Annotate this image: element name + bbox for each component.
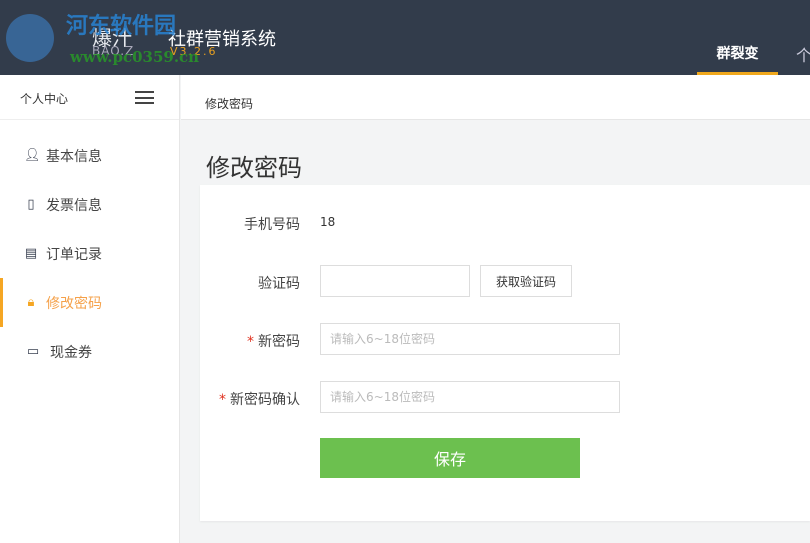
breadcrumb: 修改密码	[181, 75, 810, 120]
sidebar-item-invoice[interactable]: ▯ 发票信息	[0, 180, 179, 229]
user-icon: 👤︎	[24, 148, 41, 163]
sidebar-item-change-password[interactable]: 🔒︎ 修改密码	[0, 278, 179, 327]
lock-icon: 🔒︎	[27, 295, 35, 310]
page-title: 修改密码	[206, 154, 302, 182]
code-label: 验证码	[258, 276, 300, 292]
sidebar-item-label: 发票信息	[46, 197, 102, 214]
get-code-button[interactable]: 获取验证码	[480, 265, 572, 297]
new-password-input[interactable]	[320, 323, 620, 355]
phone-label: 手机号码	[244, 217, 300, 233]
logo-icon	[6, 14, 54, 62]
menu-icon[interactable]	[135, 91, 154, 104]
sidebar: 个人中心 👤︎ 基本信息 ▯ 发票信息 ▤ 订单记录 🔒︎ 修改密码 ▭ 现金券	[0, 75, 180, 543]
sidebar-item-label: 基本信息	[46, 148, 102, 165]
watermark-url: www.pc0359.cn	[70, 48, 200, 66]
watermark: 河东软件园	[66, 14, 177, 39]
sidebar-item-orders[interactable]: ▤ 订单记录	[0, 229, 179, 278]
sidebar-item-label: 修改密码	[46, 295, 102, 312]
nav-tab-group-fission[interactable]: 群裂变	[697, 40, 778, 75]
sidebar-item-cash-coupon[interactable]: ▭ 现金券	[0, 327, 179, 376]
clipboard-icon: ▯	[27, 197, 35, 212]
cash-icon: ▭	[26, 344, 40, 359]
breadcrumb-item: 修改密码	[205, 97, 254, 111]
sidebar-item-basic-info[interactable]: 👤︎ 基本信息	[0, 131, 179, 180]
confirm-password-label: * 新密码确认	[219, 392, 300, 408]
change-password-form: 手机号码 18 验证码 获取验证码 * 新密码 * 新密码确认 保存	[200, 185, 810, 521]
code-input[interactable]	[320, 265, 470, 297]
phone-value: 18	[320, 215, 336, 229]
sidebar-item-label: 订单记录	[46, 246, 102, 263]
sidebar-item-label: 现金券	[50, 344, 92, 361]
confirm-password-input[interactable]	[320, 381, 620, 413]
new-password-label: * 新密码	[247, 334, 300, 350]
list-icon: ▤	[24, 246, 38, 261]
nav-tab-personal[interactable]: 个	[796, 42, 810, 66]
top-header: 爆汁 BAO.Z 社群营销系统 V3.2.6 河东软件园 www.pc0359.…	[0, 0, 810, 75]
save-button[interactable]: 保存	[320, 438, 580, 478]
sidebar-title: 个人中心	[20, 92, 69, 106]
